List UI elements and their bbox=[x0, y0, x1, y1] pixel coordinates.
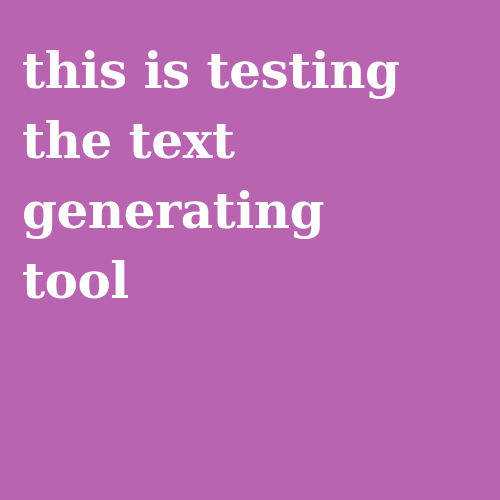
headline-line-2: the text bbox=[22, 111, 235, 170]
headline-line-1: this is testing bbox=[22, 41, 400, 100]
headline-text: this is testing the text generating tool bbox=[22, 36, 492, 316]
canvas: { "background_color": "#b864b0", "text_c… bbox=[0, 0, 500, 500]
headline-line-3: generating bbox=[22, 181, 325, 240]
headline-line-4: tool bbox=[22, 251, 129, 310]
